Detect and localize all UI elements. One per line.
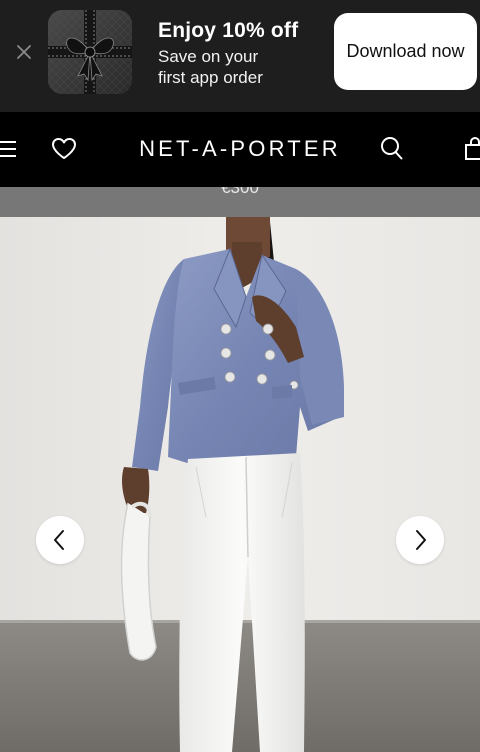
app-download-banner: Enjoy 10% off Save on your first app ord…: [0, 0, 480, 112]
close-icon[interactable]: [12, 40, 36, 64]
shopping-bag-icon[interactable]: [464, 136, 480, 162]
chevron-left-icon: [54, 530, 64, 550]
site-logo[interactable]: NET-A-PORTER: [0, 136, 480, 162]
banner-text: Enjoy 10% off Save on your first app ord…: [158, 18, 298, 88]
banner-headline: Enjoy 10% off: [158, 19, 299, 42]
price-strip: €300: [0, 187, 480, 217]
product-image[interactable]: [0, 217, 480, 752]
chevron-right-icon: [416, 530, 426, 550]
banner-subtext-line1: Save on your: [158, 47, 259, 66]
search-icon[interactable]: [379, 135, 405, 163]
carousel-next-button[interactable]: [396, 516, 444, 564]
carousel-prev-button[interactable]: [36, 516, 84, 564]
gift-box-icon: [48, 10, 132, 94]
download-now-button[interactable]: Download now: [334, 13, 477, 90]
banner-subtext-line2: first app order: [158, 68, 263, 87]
product-photo: [0, 217, 480, 752]
site-header: NET-A-PORTER: [0, 112, 480, 187]
product-price: €300: [221, 187, 259, 197]
